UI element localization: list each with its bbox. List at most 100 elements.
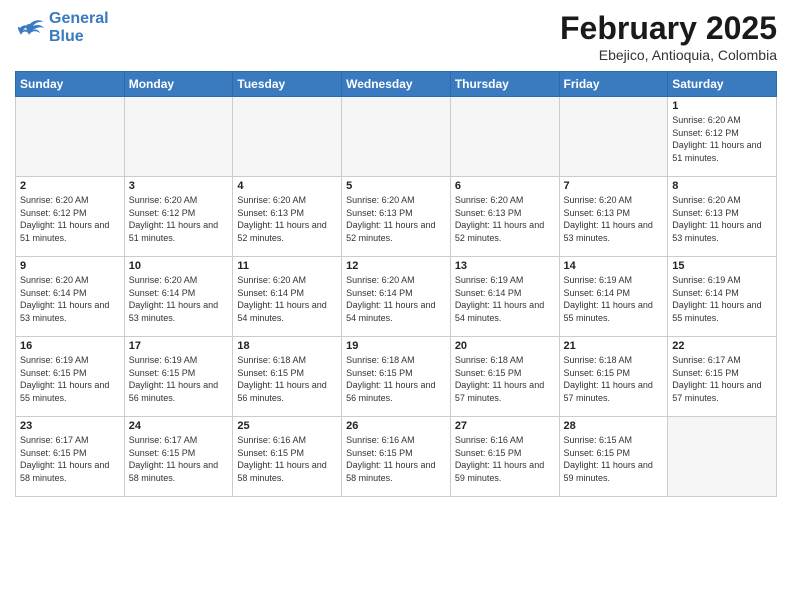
calendar-week-2: 2 Sunrise: 6:20 AM Sunset: 6:12 PM Daylig… <box>16 177 777 257</box>
calendar-cell: 15 Sunrise: 6:19 AM Sunset: 6:14 PM Dayli… <box>668 257 777 337</box>
calendar-week-1: 1 Sunrise: 6:20 AM Sunset: 6:12 PM Daylig… <box>16 97 777 177</box>
cell-info: Sunrise: 6:18 AM Sunset: 6:15 PM Dayligh… <box>564 354 664 404</box>
cell-info: Sunrise: 6:20 AM Sunset: 6:14 PM Dayligh… <box>20 274 120 324</box>
page: General Blue February 2025 Ebejico, Anti… <box>0 0 792 612</box>
day-header-thursday: Thursday <box>450 72 559 97</box>
calendar-cell: 1 Sunrise: 6:20 AM Sunset: 6:12 PM Daylig… <box>668 97 777 177</box>
calendar-cell <box>342 97 451 177</box>
cell-info: Sunrise: 6:15 AM Sunset: 6:15 PM Dayligh… <box>564 434 664 484</box>
day-number: 10 <box>129 260 229 272</box>
calendar-cell: 3Sunrise: 6:20 AM Sunset: 6:12 PM Daylig… <box>124 177 233 257</box>
day-number: 15 <box>672 260 772 272</box>
day-number: 8 <box>672 180 772 192</box>
calendar-cell: 25 Sunrise: 6:16 AM Sunset: 6:15 PM Dayli… <box>233 417 342 497</box>
calendar-cell: 10 Sunrise: 6:20 AM Sunset: 6:14 PM Dayli… <box>124 257 233 337</box>
calendar-cell <box>668 417 777 497</box>
day-header-tuesday: Tuesday <box>233 72 342 97</box>
day-number: 24 <box>129 420 229 432</box>
logo-icon <box>15 16 45 40</box>
day-header-sunday: Sunday <box>16 72 125 97</box>
calendar-cell: 28 Sunrise: 6:15 AM Sunset: 6:15 PM Dayli… <box>559 417 668 497</box>
calendar-week-3: 9 Sunrise: 6:20 AM Sunset: 6:14 PM Daylig… <box>16 257 777 337</box>
calendar-week-4: 16 Sunrise: 6:19 AM Sunset: 6:15 PM Dayli… <box>16 337 777 417</box>
day-number: 2 <box>20 180 120 192</box>
cell-info: Sunrise: 6:20 AM Sunset: 6:14 PM Dayligh… <box>129 274 229 324</box>
day-number: 6 <box>455 180 555 192</box>
day-number: 20 <box>455 340 555 352</box>
day-number: 21 <box>564 340 664 352</box>
day-header-wednesday: Wednesday <box>342 72 451 97</box>
cell-info: Sunrise: 6:20 AM Sunset: 6:13 PM Dayligh… <box>564 194 664 244</box>
day-number: 4 <box>237 180 337 192</box>
day-number: 23 <box>20 420 120 432</box>
cell-info: Sunrise: 6:17 AM Sunset: 6:15 PM Dayligh… <box>129 434 229 484</box>
day-number: 26 <box>346 420 446 432</box>
day-number: 27 <box>455 420 555 432</box>
cell-info: Sunrise: 6:16 AM Sunset: 6:15 PM Dayligh… <box>455 434 555 484</box>
day-number: 19 <box>346 340 446 352</box>
day-number: 3 <box>129 180 229 192</box>
day-number: 16 <box>20 340 120 352</box>
calendar-cell <box>559 97 668 177</box>
calendar-cell: 5 Sunrise: 6:20 AM Sunset: 6:13 PM Daylig… <box>342 177 451 257</box>
calendar-cell <box>124 97 233 177</box>
calendar-cell: 27 Sunrise: 6:16 AM Sunset: 6:15 PM Dayli… <box>450 417 559 497</box>
day-number: 12 <box>346 260 446 272</box>
calendar-cell: 16 Sunrise: 6:19 AM Sunset: 6:15 PM Dayli… <box>16 337 125 417</box>
cell-info: Sunrise: 6:20 AM Sunset: 6:12 PM Dayligh… <box>672 114 772 164</box>
cell-info: Sunrise: 6:19 AM Sunset: 6:14 PM Dayligh… <box>455 274 555 324</box>
calendar-cell: 26Sunrise: 6:16 AM Sunset: 6:15 PM Dayli… <box>342 417 451 497</box>
calendar-cell <box>233 97 342 177</box>
day-number: 25 <box>237 420 337 432</box>
day-number: 22 <box>672 340 772 352</box>
day-number: 11 <box>237 260 337 272</box>
day-number: 5 <box>346 180 446 192</box>
calendar-cell: 20 Sunrise: 6:18 AM Sunset: 6:15 PM Dayli… <box>450 337 559 417</box>
calendar-table: SundayMondayTuesdayWednesdayThursdayFrid… <box>15 71 777 497</box>
calendar-week-5: 23 Sunrise: 6:17 AM Sunset: 6:15 PM Dayli… <box>16 417 777 497</box>
day-number: 28 <box>564 420 664 432</box>
calendar-cell: 11Sunrise: 6:20 AM Sunset: 6:14 PM Dayli… <box>233 257 342 337</box>
calendar-cell: 8 Sunrise: 6:20 AM Sunset: 6:13 PM Daylig… <box>668 177 777 257</box>
calendar-cell: 22 Sunrise: 6:17 AM Sunset: 6:15 PM Dayli… <box>668 337 777 417</box>
cell-info: Sunrise: 6:18 AM Sunset: 6:15 PM Dayligh… <box>455 354 555 404</box>
day-number: 9 <box>20 260 120 272</box>
location: Ebejico, Antioquia, Colombia <box>560 47 777 63</box>
calendar-cell: 23 Sunrise: 6:17 AM Sunset: 6:15 PM Dayli… <box>16 417 125 497</box>
calendar-cell: 17Sunrise: 6:19 AM Sunset: 6:15 PM Dayli… <box>124 337 233 417</box>
cell-info: Sunrise: 6:17 AM Sunset: 6:15 PM Dayligh… <box>672 354 772 404</box>
calendar-cell: 14 Sunrise: 6:19 AM Sunset: 6:14 PM Dayli… <box>559 257 668 337</box>
calendar-cell: 13 Sunrise: 6:19 AM Sunset: 6:14 PM Dayli… <box>450 257 559 337</box>
logo-text: General Blue <box>49 10 109 45</box>
day-number: 7 <box>564 180 664 192</box>
day-header-monday: Monday <box>124 72 233 97</box>
cell-info: Sunrise: 6:20 AM Sunset: 6:12 PM Dayligh… <box>20 194 120 244</box>
calendar-cell: 7 Sunrise: 6:20 AM Sunset: 6:13 PM Daylig… <box>559 177 668 257</box>
calendar-cell: 9 Sunrise: 6:20 AM Sunset: 6:14 PM Daylig… <box>16 257 125 337</box>
cell-info: Sunrise: 6:19 AM Sunset: 6:15 PM Dayligh… <box>20 354 120 404</box>
cell-info: Sunrise: 6:20 AM Sunset: 6:13 PM Dayligh… <box>672 194 772 244</box>
day-number: 1 <box>672 100 772 112</box>
calendar-cell <box>450 97 559 177</box>
calendar-cell: 6Sunrise: 6:20 AM Sunset: 6:13 PM Daylig… <box>450 177 559 257</box>
calendar-cell: 21 Sunrise: 6:18 AM Sunset: 6:15 PM Dayli… <box>559 337 668 417</box>
day-number: 13 <box>455 260 555 272</box>
calendar-cell: 24 Sunrise: 6:17 AM Sunset: 6:15 PM Dayli… <box>124 417 233 497</box>
cell-info: Sunrise: 6:19 AM Sunset: 6:14 PM Dayligh… <box>672 274 772 324</box>
cell-info: Sunrise: 6:19 AM Sunset: 6:14 PM Dayligh… <box>564 274 664 324</box>
cell-info: Sunrise: 6:17 AM Sunset: 6:15 PM Dayligh… <box>20 434 120 484</box>
cell-info: Sunrise: 6:16 AM Sunset: 6:15 PM Dayligh… <box>237 434 337 484</box>
calendar-cell: 12 Sunrise: 6:20 AM Sunset: 6:14 PM Dayli… <box>342 257 451 337</box>
day-number: 14 <box>564 260 664 272</box>
logo: General Blue <box>15 10 109 45</box>
header: General Blue February 2025 Ebejico, Anti… <box>15 10 777 63</box>
calendar-header-row: SundayMondayTuesdayWednesdayThursdayFrid… <box>16 72 777 97</box>
day-header-saturday: Saturday <box>668 72 777 97</box>
day-number: 18 <box>237 340 337 352</box>
cell-info: Sunrise: 6:20 AM Sunset: 6:13 PM Dayligh… <box>346 194 446 244</box>
calendar-cell: 19Sunrise: 6:18 AM Sunset: 6:15 PM Dayli… <box>342 337 451 417</box>
cell-info: Sunrise: 6:20 AM Sunset: 6:13 PM Dayligh… <box>237 194 337 244</box>
cell-info: Sunrise: 6:19 AM Sunset: 6:15 PM Dayligh… <box>129 354 229 404</box>
cell-info: Sunrise: 6:20 AM Sunset: 6:14 PM Dayligh… <box>346 274 446 324</box>
calendar-cell: 4 Sunrise: 6:20 AM Sunset: 6:13 PM Daylig… <box>233 177 342 257</box>
